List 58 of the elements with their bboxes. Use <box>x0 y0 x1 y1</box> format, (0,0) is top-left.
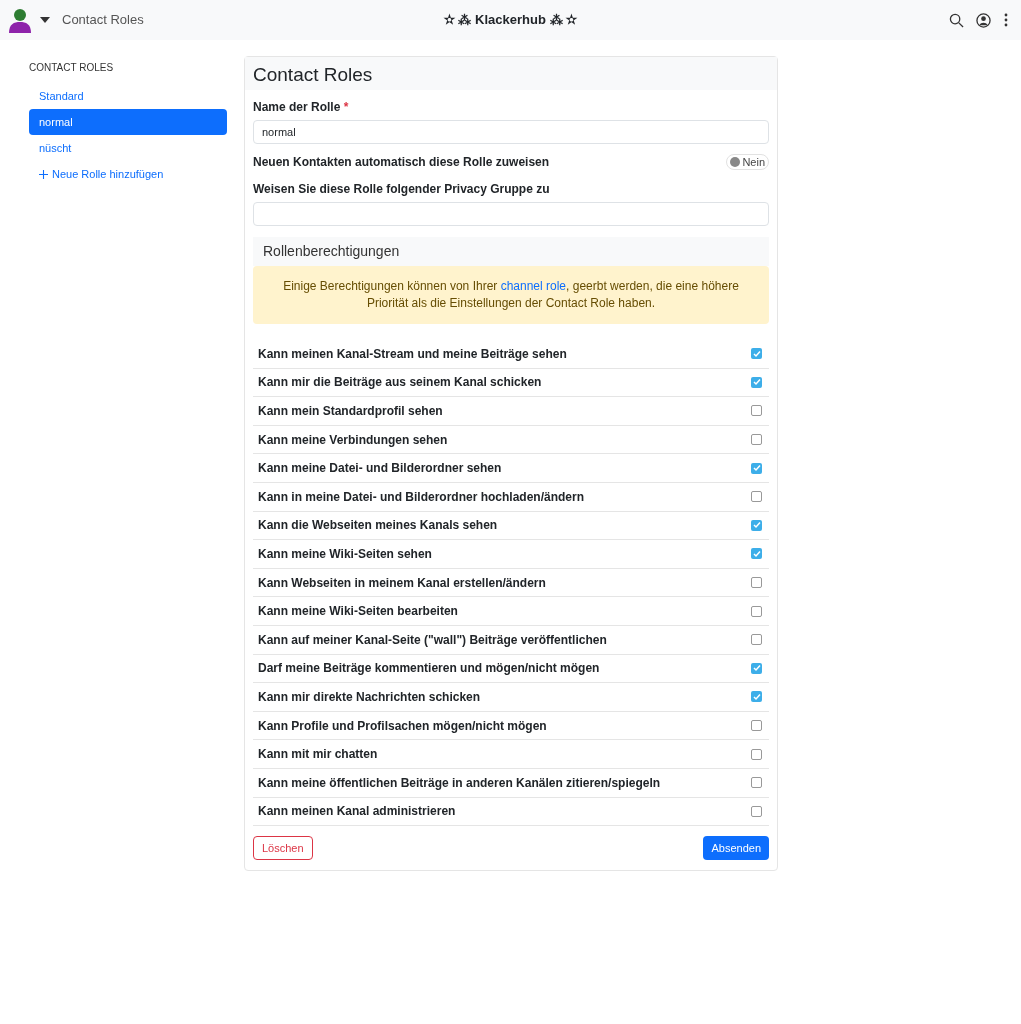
permission-label: Kann meine Datei- und Bilderordner sehen <box>258 460 502 478</box>
permission-checkbox[interactable] <box>751 748 762 760</box>
permission-label: Kann meine Wiki-Seiten bearbeiten <box>258 603 458 621</box>
permission-checkbox[interactable] <box>751 605 762 617</box>
permission-checkbox[interactable] <box>751 462 762 474</box>
caret-icon[interactable] <box>40 16 50 24</box>
permission-checkbox[interactable] <box>751 777 762 789</box>
permission-checkbox[interactable] <box>751 548 762 560</box>
avatar-icon[interactable] <box>8 7 32 33</box>
permission-label: Kann mir direkte Nachrichten schicken <box>258 688 481 706</box>
permission-label: Kann auf meiner Kanal-Seite ("wall") Beiträge veröffentlichen <box>258 631 607 649</box>
field-label: Name der Rolle * <box>253 99 350 116</box>
submit-button[interactable]: Absenden <box>703 836 769 861</box>
permission-checkbox[interactable] <box>751 720 762 731</box>
permission-label: Kann die Webseiten meines Kanals sehen <box>258 517 498 535</box>
permission-label: Kann meinen Kanal-Stream und meine Beiträge sehen <box>258 345 567 363</box>
permission-label: Kann meine Verbindungen sehen <box>258 431 448 449</box>
permission-checkbox[interactable] <box>751 634 762 646</box>
permission-checkbox[interactable] <box>751 662 762 674</box>
permission-label: Kann meine öffentlichen Beiträge in anderen Kanälen zitieren/spiegeln <box>258 774 661 792</box>
permission-checkbox[interactable] <box>751 519 762 531</box>
site-name[interactable]: ✫ ⁂ Klackerhub ⁂ ✫ <box>443 10 578 30</box>
permission-checkbox[interactable] <box>751 348 762 360</box>
role-name-field[interactable]: normal <box>253 120 769 144</box>
role-item[interactable]: normal <box>29 109 227 135</box>
permission-label: Darf meine Beiträge kommentieren und mögen/nicht mögen <box>258 660 600 678</box>
permission-label: Kann mit mir chatten <box>258 746 378 764</box>
permission-checkbox[interactable] <box>751 405 762 417</box>
permission-label: Kann Webseiten in meinem Kanal erstellen/ändern <box>258 574 546 592</box>
notice-text: Einige Berechtigungen können von Ihrer channel role, geerbt werden, die eine höhere Priorität als die Einstellungen der Contact Role haben. <box>282 278 740 312</box>
permission-label: Kann mir die Beiträge aus seinem Kanal schicken <box>258 374 542 392</box>
more-icon[interactable] <box>1003 13 1009 27</box>
delete-button[interactable]: Löschen <box>253 836 313 861</box>
sidebar-heading: CONTACT ROLES <box>29 61 115 75</box>
section-heading: Rollenberechtigungen <box>253 237 769 266</box>
field-label: Neuen Kontakten automatisch diese Rolle zuweisen <box>253 154 550 171</box>
privacy-group-field[interactable] <box>253 202 769 226</box>
permission-checkbox[interactable] <box>751 577 762 589</box>
card-title: Contact Roles <box>245 57 777 90</box>
permission-checkbox[interactable] <box>751 691 762 703</box>
permission-label: Kann in meine Datei- und Bilderordner hochladen/ändern <box>258 488 585 506</box>
permission-checkbox[interactable] <box>751 376 762 388</box>
plus-icon <box>39 169 48 179</box>
permission-checkbox[interactable] <box>751 434 762 446</box>
add-role-link[interactable]: Neue Rolle hinzufügen <box>29 161 227 187</box>
permission-label: Kann mein Standardprofil sehen <box>258 403 443 420</box>
page-title: Contact Roles <box>62 11 144 30</box>
role-item[interactable]: Standard <box>29 83 227 109</box>
user-circle-icon[interactable] <box>976 12 991 28</box>
channel-role-link[interactable]: channel role <box>500 279 567 293</box>
permission-label: Kann meine Wiki-Seiten sehen <box>258 545 432 563</box>
permission-checkbox[interactable] <box>751 805 762 817</box>
role-item[interactable]: nüscht <box>29 135 227 161</box>
permission-label: Kann meinen Kanal administrieren <box>258 803 456 821</box>
permission-label: Kann Profile und Profilsachen mögen/nicht mögen <box>258 717 547 735</box>
permission-checkbox[interactable] <box>751 491 762 503</box>
field-label: Weisen Sie diese Rolle folgender Privacy Gruppe zu <box>253 181 551 198</box>
search-icon[interactable] <box>949 12 964 28</box>
